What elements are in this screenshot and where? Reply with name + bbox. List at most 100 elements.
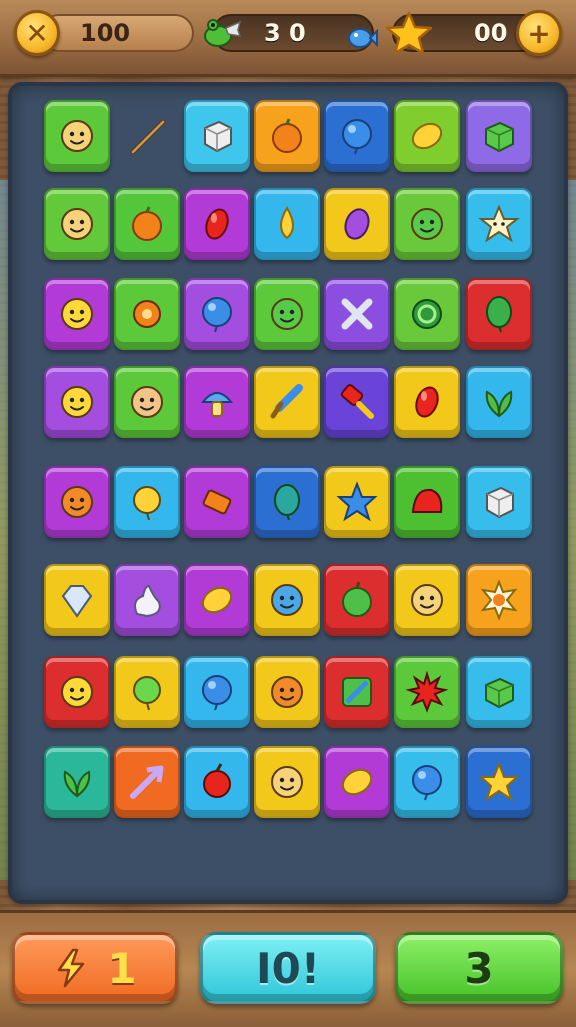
level-button[interactable]: 3: [395, 932, 563, 1004]
green-card-icon: [342, 677, 372, 707]
green-apple-icon: [342, 581, 372, 617]
tile-r8-c3[interactable]: [184, 746, 250, 818]
tile-r2-c7[interactable]: [466, 188, 532, 260]
booster-button[interactable]: 1: [12, 932, 178, 1004]
red-bomb-icon: [203, 763, 231, 798]
tile-r2-c6[interactable]: [394, 188, 460, 260]
leaf-icon: [63, 770, 91, 798]
yellow-creature-icon: [61, 298, 93, 330]
tile-r7-c3[interactable]: [184, 656, 250, 728]
tile-r2-c2[interactable]: [114, 188, 180, 260]
orange-face-icon: [271, 676, 303, 708]
tile-r3-c4[interactable]: [254, 278, 320, 350]
cube-icon: [486, 486, 514, 519]
tile-r5-c4[interactable]: [254, 466, 320, 538]
smiley-face-icon: [61, 208, 93, 240]
mushroom-icon: [200, 392, 234, 417]
tile-r5-c6[interactable]: [394, 466, 460, 538]
add-coins-button[interactable]: +: [516, 10, 562, 56]
tile-r1-c2[interactable]: [114, 100, 180, 172]
tile-r3-c2[interactable]: [114, 278, 180, 350]
tile-r8-c7[interactable]: [466, 746, 532, 818]
tile-r7-c4[interactable]: [254, 656, 320, 728]
tile-r6-c5[interactable]: [324, 564, 390, 636]
red-gem-icon: [415, 386, 439, 418]
sun-gem-icon: [480, 579, 518, 621]
tile-r6-c3[interactable]: [184, 564, 250, 636]
tile-r1-c3[interactable]: [184, 100, 250, 172]
red-burst-icon: [405, 670, 449, 713]
tile-r3-c1[interactable]: [44, 278, 110, 350]
tile-r5-c5[interactable]: [324, 466, 390, 538]
blue-orb-icon: [202, 297, 232, 333]
tile-r6-c4[interactable]: [254, 564, 320, 636]
lemon-icon: [411, 122, 443, 150]
tile-r6-c7[interactable]: [466, 564, 532, 636]
tile-r4-c6[interactable]: [394, 366, 460, 438]
tile-r7-c5[interactable]: [324, 656, 390, 728]
tile-r8-c4[interactable]: [254, 746, 320, 818]
tile-r4-c5[interactable]: [324, 366, 390, 438]
tile-r1-c5[interactable]: [324, 100, 390, 172]
leaf-icon: [485, 390, 513, 418]
tile-r3-c6[interactable]: [394, 278, 460, 350]
tile-r1-c7[interactable]: [466, 100, 532, 172]
left-scenery-strip: [0, 180, 8, 880]
tile-r3-c5[interactable]: [324, 278, 390, 350]
orange-fruit-icon: [272, 118, 302, 153]
tile-r6-c1[interactable]: [44, 564, 110, 636]
tile-r3-c7[interactable]: [466, 278, 532, 350]
tile-r6-c2[interactable]: [114, 564, 180, 636]
tile-r5-c7[interactable]: [466, 466, 532, 538]
tile-r8-c2[interactable]: [114, 746, 180, 818]
tile-r4-c7[interactable]: [466, 366, 532, 438]
purple-gem-icon: [344, 208, 370, 240]
blue-ball-icon: [412, 765, 442, 801]
tile-r6-c6[interactable]: [394, 564, 460, 636]
tile-r2-c1[interactable]: [44, 188, 110, 260]
tile-r8-c6[interactable]: [394, 746, 460, 818]
tile-r1-c1[interactable]: [44, 100, 110, 172]
tile-r7-c7[interactable]: [466, 656, 532, 728]
tile-r1-c4[interactable]: [254, 100, 320, 172]
x-mark-icon: [341, 298, 373, 330]
smiley-face-icon: [411, 584, 443, 616]
close-coin-button[interactable]: ✕: [14, 10, 60, 56]
yellow-creature-icon: [61, 676, 93, 708]
tile-r2-c4[interactable]: [254, 188, 320, 260]
blue-creature-icon: [271, 584, 303, 616]
yellow-creature-icon: [61, 386, 93, 418]
plus-icon: +: [527, 16, 551, 50]
teal-leaf-icon: [274, 484, 300, 521]
yellow-drop-icon: [280, 206, 294, 240]
play-button[interactable]: I0!: [200, 932, 376, 1004]
right-scenery-strip: [568, 180, 576, 880]
fish-icon: [348, 28, 378, 48]
tile-r4-c3[interactable]: [184, 366, 250, 438]
tile-r8-c5[interactable]: [324, 746, 390, 818]
tile-r3-c3[interactable]: [184, 278, 250, 350]
tile-r4-c1[interactable]: [44, 366, 110, 438]
star-icon: [385, 11, 433, 55]
blue-star-icon: [336, 481, 378, 522]
tile-r7-c6[interactable]: [394, 656, 460, 728]
tile-r5-c2[interactable]: [114, 466, 180, 538]
green-box-icon: [485, 677, 514, 709]
tile-r1-c6[interactable]: [394, 100, 460, 172]
tile-r2-c5[interactable]: [324, 188, 390, 260]
score-pill: 100: [40, 14, 194, 52]
top-hud: 100 ✕ 3 0 00 +: [0, 0, 576, 77]
tile-r5-c3[interactable]: [184, 466, 250, 538]
tile-r7-c1[interactable]: [44, 656, 110, 728]
tile-r2-c3[interactable]: [184, 188, 250, 260]
tile-r4-c2[interactable]: [114, 366, 180, 438]
score-value: 100: [80, 19, 131, 47]
frog-icon: [204, 19, 242, 47]
red-gem-icon: [205, 208, 229, 240]
green-ring-icon: [412, 299, 442, 329]
tile-r8-c1[interactable]: [44, 746, 110, 818]
wand-icon: [130, 119, 166, 155]
tile-r4-c4[interactable]: [254, 366, 320, 438]
tile-r5-c1[interactable]: [44, 466, 110, 538]
tile-r7-c2[interactable]: [114, 656, 180, 728]
